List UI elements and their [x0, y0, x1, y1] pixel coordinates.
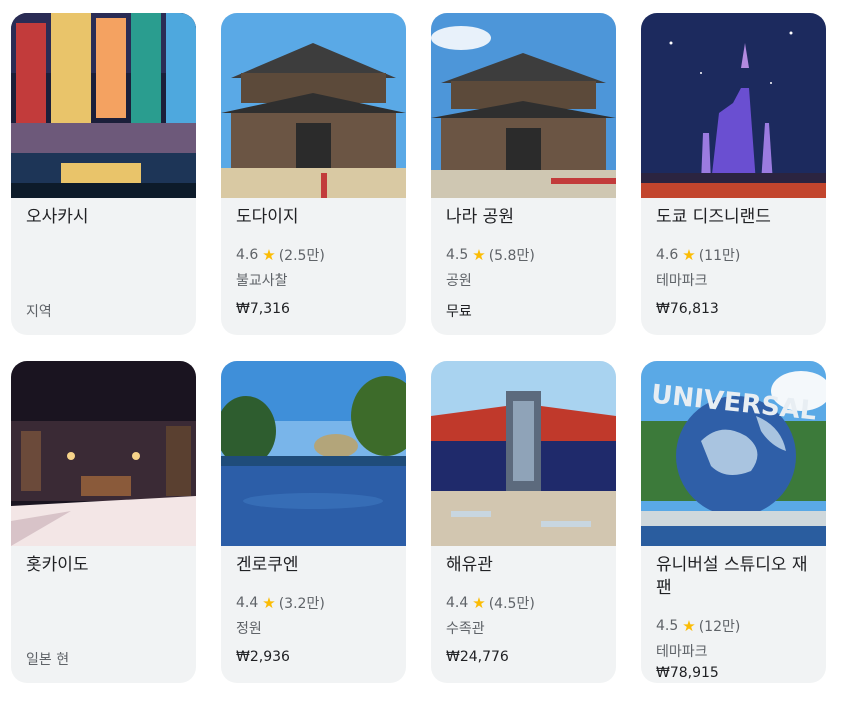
place-photo [641, 13, 826, 198]
place-price: 무료 [446, 304, 472, 320]
place-card-tokyo-disneyland[interactable]: 도쿄 디즈니랜드 4.6 ★ (11만) 테마파크 ₩76,813 [641, 13, 826, 335]
place-price: ₩78,915 [656, 665, 719, 681]
review-count: (11만) [698, 248, 741, 264]
review-count: (2.5만) [278, 248, 325, 264]
rating-row: 4.5 ★ (12만) [656, 616, 740, 636]
review-count: (5.8만) [488, 248, 535, 264]
place-title: 유니버설 스튜디오 재팬 [656, 555, 808, 598]
rating-value: 4.4 [446, 595, 469, 611]
place-card-kenrokuen[interactable]: 겐로쿠엔 4.4 ★ (3.2만) 정원 ₩2,936 [221, 361, 406, 683]
rating-value: 4.5 [446, 247, 469, 263]
place-photo [11, 13, 196, 198]
place-photo [431, 13, 616, 198]
place-photo [221, 13, 406, 198]
place-card-kaiyukan[interactable]: 해유관 4.4 ★ (4.5만) 수족관 ₩24,776 [431, 361, 616, 683]
place-category: 테마파크 [656, 273, 708, 289]
place-photo [431, 361, 616, 546]
place-price: ₩2,936 [236, 649, 290, 665]
rating-value: 4.4 [236, 595, 259, 611]
place-title: 겐로쿠엔 [236, 555, 299, 575]
rating-value: 4.6 [236, 247, 259, 263]
review-count: (4.5만) [488, 596, 535, 612]
rating-row: 4.4 ★ (4.5만) [446, 593, 535, 613]
review-count: (3.2만) [278, 596, 325, 612]
review-count: (12만) [698, 619, 741, 635]
place-category: 테마파크 [656, 644, 708, 660]
place-title: 오사카시 [26, 207, 89, 227]
place-card-osaka[interactable]: 오사카시 지역 [11, 13, 196, 335]
place-card-nara-park[interactable]: 나라 공원 4.5 ★ (5.8만) 공원 무료 [431, 13, 616, 335]
place-category: 수족관 [446, 621, 485, 637]
place-category: 공원 [446, 273, 472, 289]
star-icon: ★ [472, 594, 486, 612]
place-title: 홋카이도 [26, 555, 89, 575]
rating-value: 4.6 [656, 247, 679, 263]
place-price: ₩7,316 [236, 301, 290, 317]
rating-row: 4.6 ★ (11만) [656, 245, 740, 265]
place-photo [221, 361, 406, 546]
star-icon: ★ [472, 246, 486, 264]
place-photo: UNIVERSAL [641, 361, 826, 546]
place-category: 정원 [236, 621, 262, 637]
place-title: 나라 공원 [446, 207, 514, 227]
place-title: 도쿄 디즈니랜드 [656, 207, 771, 227]
place-card-universal-studios-japan[interactable]: UNIVERSAL 유니버설 스튜디오 재팬 4.5 ★ (12만) 테마파크 … [641, 361, 826, 683]
rating-row: 4.6 ★ (2.5만) [236, 245, 325, 265]
place-photo [11, 361, 196, 546]
place-card-hokkaido[interactable]: 홋카이도 일본 현 [11, 361, 196, 683]
place-title: 해유관 [446, 555, 493, 575]
place-card-todaiji[interactable]: 도다이지 4.6 ★ (2.5만) 불교사찰 ₩7,316 [221, 13, 406, 335]
place-price: ₩24,776 [446, 649, 509, 665]
star-icon: ★ [682, 617, 696, 635]
rating-row: 4.4 ★ (3.2만) [236, 593, 325, 613]
place-type: 일본 현 [26, 652, 70, 668]
star-icon: ★ [682, 246, 696, 264]
place-category: 불교사찰 [236, 273, 288, 289]
place-type: 지역 [26, 304, 52, 320]
star-icon: ★ [262, 246, 276, 264]
star-icon: ★ [262, 594, 276, 612]
place-price: ₩76,813 [656, 301, 719, 317]
rating-value: 4.5 [656, 618, 679, 634]
place-title: 도다이지 [236, 207, 299, 227]
rating-row: 4.5 ★ (5.8만) [446, 245, 535, 265]
